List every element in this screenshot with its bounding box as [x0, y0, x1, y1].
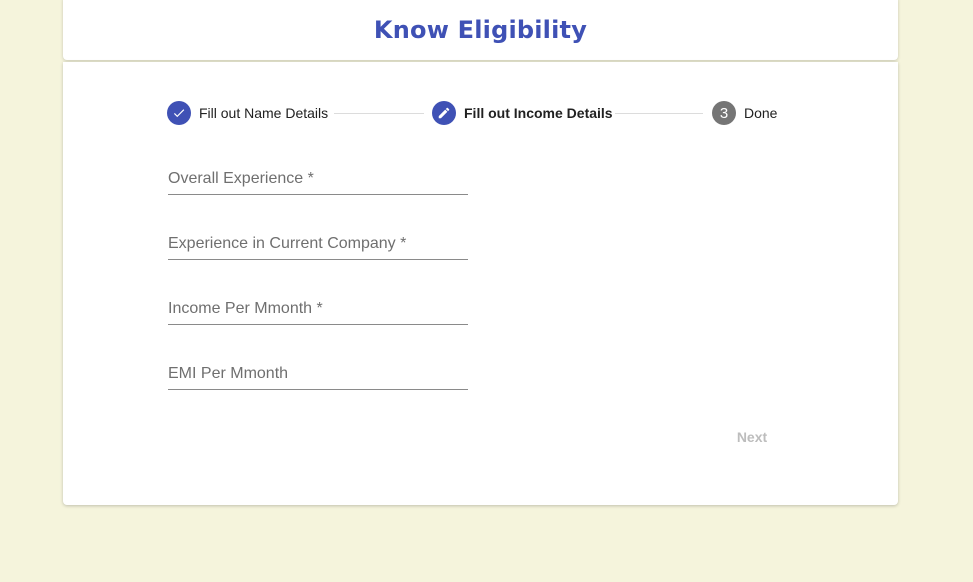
- emi-per-month-field[interactable]: EMI Per Mmonth: [168, 363, 468, 390]
- field-label: Income Per Mmonth *: [168, 300, 323, 317]
- step-number-badge: 3: [712, 101, 736, 125]
- pencil-icon: [432, 101, 456, 125]
- step-connector: [334, 113, 424, 114]
- page-title: Know Eligibility: [373, 16, 588, 44]
- step-label: Done: [744, 105, 778, 121]
- next-button[interactable]: Next: [723, 424, 781, 450]
- field-label: EMI Per Mmonth: [168, 365, 289, 382]
- current-company-experience-field[interactable]: Experience in Current Company *: [168, 233, 468, 260]
- step-connector: [615, 113, 703, 114]
- field-label: Overall Experience *: [168, 170, 314, 187]
- step-done[interactable]: 3 Done: [712, 101, 777, 125]
- form-card: Fill out Name Details Fill out Income De…: [63, 62, 898, 505]
- step-name-details[interactable]: Fill out Name Details: [167, 101, 328, 125]
- step-label: Fill out Income Details: [464, 105, 613, 121]
- income-per-month-field[interactable]: Income Per Mmonth *: [168, 298, 468, 325]
- step-income-details[interactable]: Fill out Income Details: [432, 101, 613, 125]
- step-label: Fill out Name Details: [199, 105, 329, 121]
- overall-experience-field[interactable]: Overall Experience *: [168, 168, 468, 195]
- check-icon: [167, 101, 191, 125]
- field-label: Experience in Current Company *: [168, 235, 407, 252]
- header-card: Know Eligibility: [63, 0, 898, 60]
- stepper: Fill out Name Details Fill out Income De…: [167, 101, 807, 125]
